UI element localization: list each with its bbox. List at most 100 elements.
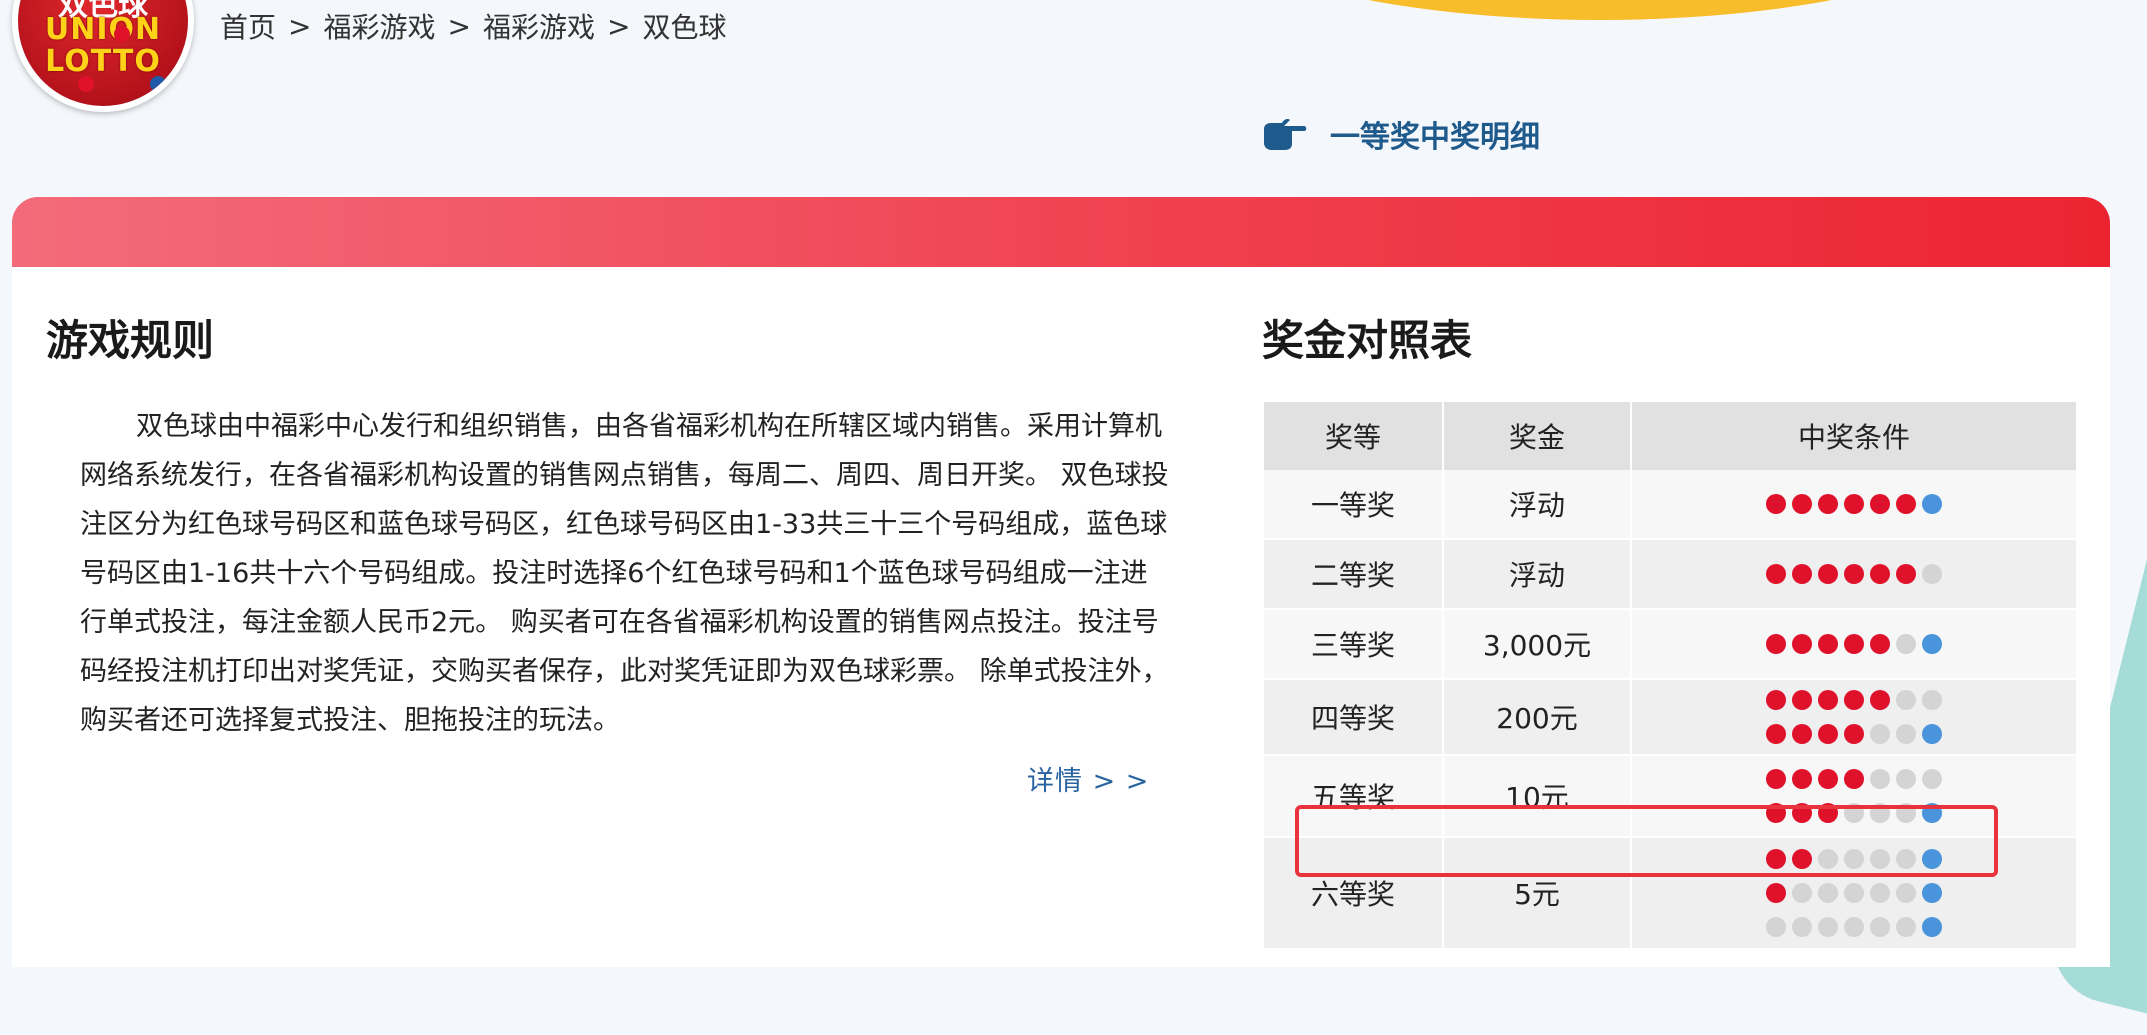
- grey-ball-icon: [1870, 883, 1890, 903]
- table-row: 一等奖 浮动: [1264, 470, 2078, 540]
- first-prize-details-link[interactable]: 一等奖中奖明细: [1262, 112, 1540, 156]
- ball-combination: [1766, 564, 1942, 584]
- blue-ball-icon: [1922, 494, 1942, 514]
- prize-level-cell: 四等奖: [1264, 679, 1444, 756]
- red-ball-icon: [1792, 634, 1812, 654]
- red-ball-icon: [1818, 769, 1838, 789]
- header-conditions: 中奖条件: [1631, 402, 2078, 470]
- prize-condition-cell: [1631, 470, 2078, 540]
- grey-ball-icon: [1896, 883, 1916, 903]
- grey-ball-icon: [1792, 883, 1812, 903]
- breadcrumb-current: 双色球: [642, 11, 727, 44]
- red-ball-icon: [1818, 690, 1838, 710]
- grey-ball-icon: [1922, 564, 1942, 584]
- red-ball-icon: [1766, 769, 1786, 789]
- ball-combination-group: [1633, 684, 2075, 750]
- red-ball-icon: [1792, 769, 1812, 789]
- prize-amount-cell: 200元: [1443, 679, 1632, 756]
- grey-ball-icon: [1818, 917, 1838, 937]
- red-ball-icon: [1818, 724, 1838, 744]
- prize-amount-cell: 3,000元: [1443, 609, 1632, 680]
- content-card: 游戏规则 双色球由中福彩中心发行和组织销售，由各省福彩机构在所辖区域内销售。采用…: [12, 197, 2110, 967]
- grey-ball-icon: [1896, 917, 1916, 937]
- red-ball-icon: [1844, 494, 1864, 514]
- prize-table-body: 一等奖 浮动 二等奖 浮动 三等奖 3,000元 四等奖 200元 五等奖 10元 六等奖 5元: [1264, 470, 2078, 950]
- breadcrumb-separator: >: [288, 9, 312, 43]
- table-row: 二等奖 浮动: [1264, 539, 2078, 610]
- grey-ball-icon: [1870, 917, 1890, 937]
- ball-combination: [1766, 917, 1942, 937]
- logo-wordmark: UNION LOTTO: [18, 14, 188, 78]
- grey-ball-icon: [1870, 769, 1890, 789]
- red-ball-icon: [1870, 564, 1890, 584]
- red-ball-icon: [1766, 634, 1786, 654]
- grey-ball-icon: [1870, 724, 1890, 744]
- prize-amount-cell: 浮动: [1443, 539, 1632, 610]
- grey-ball-icon: [1896, 769, 1916, 789]
- logo-ball-icon: [150, 76, 166, 92]
- decorative-arc: [1150, 0, 2050, 20]
- ball-combination-group: [1633, 628, 2075, 660]
- red-ball-icon: [1792, 690, 1812, 710]
- breadcrumb-fucai-games[interactable]: 福彩游戏: [323, 6, 435, 46]
- red-ball-icon: [1896, 564, 1916, 584]
- grey-ball-icon: [1896, 634, 1916, 654]
- red-ball-icon: [1818, 564, 1838, 584]
- details-link[interactable]: 详情 > >: [1027, 759, 1149, 798]
- breadcrumb: 首页 > 福彩游戏 > 福彩游戏 > 双色球: [220, 6, 726, 46]
- prize-level-cell: 二等奖: [1264, 539, 1444, 610]
- prize-table-title: 奖金对照表: [1262, 316, 1473, 365]
- red-ball-icon: [1844, 690, 1864, 710]
- prize-amount-cell: 浮动: [1443, 470, 1632, 540]
- ball-combination-group: [1633, 558, 2075, 590]
- red-ball-icon: [1766, 494, 1786, 514]
- breadcrumb-separator: >: [447, 9, 471, 43]
- grey-ball-icon: [1792, 917, 1812, 937]
- game-rules-text: 双色球由中福彩中心发行和组织销售，由各省福彩机构在所辖区域内销售。采用计算机网络…: [80, 411, 1169, 736]
- red-ball-icon: [1818, 494, 1838, 514]
- red-ball-icon: [1844, 564, 1864, 584]
- blue-ball-icon: [1922, 634, 1942, 654]
- red-ball-icon: [1870, 690, 1890, 710]
- red-ball-icon: [1792, 564, 1812, 584]
- union-lotto-logo[interactable]: 双色球 UNION LOTTO: [12, 0, 194, 112]
- grey-ball-icon: [1896, 690, 1916, 710]
- table-row: 四等奖 200元: [1264, 679, 2078, 756]
- red-ball-icon: [1766, 690, 1786, 710]
- game-rules-title: 游戏规则: [46, 316, 215, 365]
- breadcrumb-home[interactable]: 首页: [220, 6, 276, 46]
- red-ball-icon: [1870, 494, 1890, 514]
- red-ball-icon: [1818, 634, 1838, 654]
- header-amount: 奖金: [1443, 402, 1632, 470]
- logo-ball-icon: [78, 76, 94, 92]
- red-ball-icon: [1792, 724, 1812, 744]
- logo-ball-icon: [114, 26, 130, 42]
- grey-ball-icon: [1766, 917, 1786, 937]
- red-ball-icon: [1844, 769, 1864, 789]
- blue-ball-icon: [1922, 917, 1942, 937]
- ball-combination-group: [1633, 488, 2075, 520]
- pointing-hand-icon: [1264, 119, 1307, 150]
- first-prize-details-label: 一等奖中奖明细: [1330, 120, 1540, 155]
- ball-combination: [1766, 634, 1942, 654]
- highlight-annotation: [1295, 805, 1998, 877]
- table-row: 三等奖 3,000元: [1264, 609, 2078, 680]
- red-ball-icon: [1766, 724, 1786, 744]
- ball-combination: [1766, 690, 1942, 710]
- grey-ball-icon: [1844, 917, 1864, 937]
- card-header-bar: [12, 197, 2110, 267]
- grey-ball-icon: [1896, 724, 1916, 744]
- logo-line2: LOTTO: [45, 44, 161, 79]
- logo-line1: UNION: [44, 12, 162, 47]
- grey-ball-icon: [1818, 883, 1838, 903]
- header-level: 奖等: [1264, 402, 1444, 470]
- ball-combination: [1766, 883, 1942, 903]
- grey-ball-icon: [1922, 690, 1942, 710]
- breadcrumb-fucai-games-2[interactable]: 福彩游戏: [483, 6, 595, 46]
- red-ball-icon: [1896, 494, 1916, 514]
- blue-ball-icon: [1922, 724, 1942, 744]
- blue-ball-icon: [1922, 883, 1942, 903]
- prize-level-cell: 三等奖: [1264, 609, 1444, 680]
- red-ball-icon: [1844, 634, 1864, 654]
- grey-ball-icon: [1844, 883, 1864, 903]
